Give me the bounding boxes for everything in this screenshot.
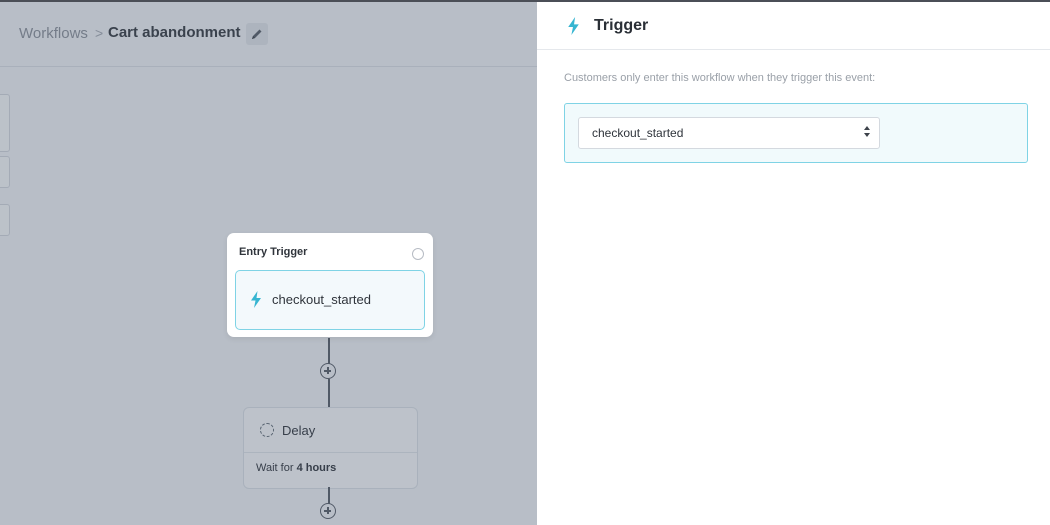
pencil-icon (252, 29, 262, 39)
divider (244, 452, 417, 453)
entry-trigger-title: Entry Trigger (239, 246, 308, 258)
settings-circle-icon[interactable] (412, 248, 424, 260)
delay-step-detail: Wait for 4 hours (256, 462, 336, 474)
canvas-header: Workflows > Cart abandonment (0, 2, 537, 67)
add-step-button[interactable] (320, 363, 336, 379)
panel-description: Customers only enter this workflow when … (564, 72, 876, 84)
event-select[interactable]: checkout_started (578, 117, 880, 149)
event-selector-box: checkout_started (564, 103, 1028, 163)
add-step-button[interactable] (320, 503, 336, 519)
delay-detail-value: 4 hours (296, 462, 337, 474)
connector-line (328, 338, 330, 364)
panel-title: Trigger (594, 17, 649, 34)
clock-icon (260, 423, 274, 437)
panel-header: Trigger (537, 2, 1050, 50)
breadcrumb-workflows-link[interactable]: Workflows (19, 25, 88, 42)
workflow-title: Cart abandonment (108, 24, 241, 41)
delay-detail-prefix: Wait for (256, 462, 294, 474)
canvas-side-tab[interactable] (0, 156, 10, 188)
lightning-bolt-icon (251, 291, 261, 308)
edit-title-button[interactable] (246, 23, 268, 45)
canvas-side-tab[interactable] (0, 94, 10, 152)
delay-step-card[interactable]: Delay Wait for 4 hours (243, 407, 418, 489)
event-select-value: checkout_started (592, 126, 684, 140)
canvas-side-tab[interactable] (0, 204, 10, 236)
lightning-bolt-icon (568, 17, 579, 35)
select-arrows-icon (864, 126, 871, 140)
entry-trigger-card[interactable]: Entry Trigger checkout_started (227, 233, 433, 337)
entry-trigger-event: checkout_started (272, 292, 372, 307)
connector-line (328, 379, 330, 407)
trigger-panel: Trigger Customers only enter this workfl… (537, 2, 1050, 525)
entry-trigger-event-box[interactable]: checkout_started (235, 270, 425, 330)
breadcrumb-separator: > (95, 25, 104, 41)
connector-line (328, 487, 330, 504)
delay-step-title: Delay (282, 423, 316, 438)
